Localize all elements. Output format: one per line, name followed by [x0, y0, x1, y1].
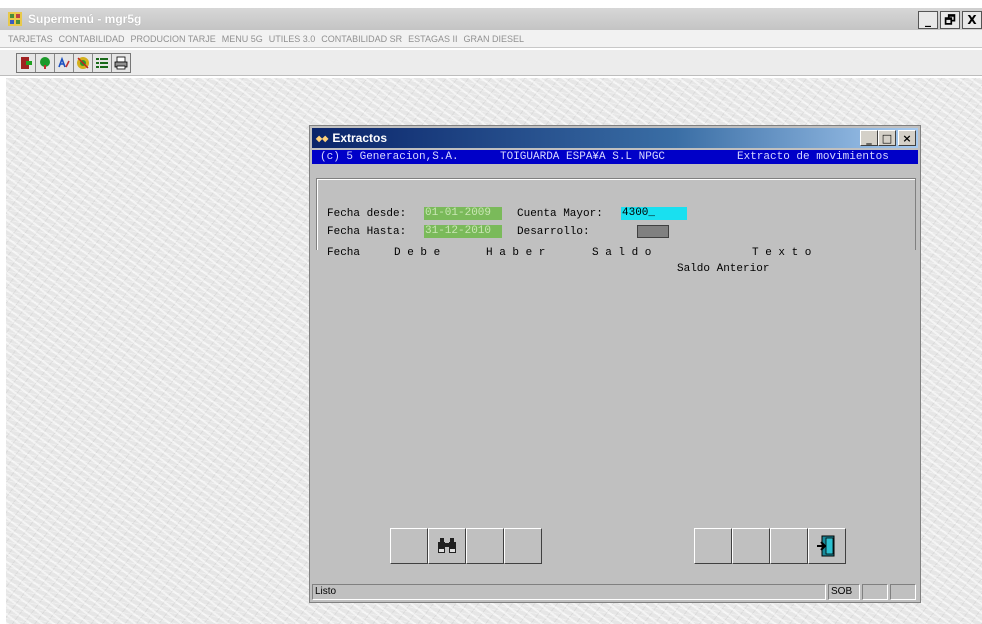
col-texto: T e x t o — [752, 247, 812, 259]
exit-door-icon[interactable] — [808, 528, 846, 564]
col-saldo: S a l d o — [592, 247, 652, 259]
minimize-button[interactable]: _ — [918, 11, 938, 29]
menu-item-gran-diesel[interactable]: GRAN DIESEL — [463, 34, 524, 44]
menu-item-menu-5g[interactable]: MENU 5G — [222, 34, 263, 44]
child-close-button[interactable]: × — [898, 130, 916, 146]
blank-button-2[interactable] — [466, 528, 504, 564]
company-label: (c) 5 Generacion,S.A. — [320, 151, 459, 163]
toolbar-button-group — [16, 53, 131, 73]
menu-item-contabilidad[interactable]: CONTABILIDAD — [59, 34, 125, 44]
target-icon[interactable] — [74, 54, 93, 72]
printer-icon[interactable] — [112, 54, 130, 72]
close-button[interactable]: X — [962, 11, 982, 29]
fecha-hasta-input[interactable]: 31-12-2010 — [424, 225, 502, 238]
blank-button-4[interactable] — [694, 528, 732, 564]
toolbar — [0, 50, 982, 76]
child-window-controls: _ □ × — [860, 130, 916, 146]
fecha-hasta-label: Fecha Hasta: — [327, 226, 407, 238]
col-haber: H a b e r — [486, 247, 546, 259]
status-bar: Listo SOB — [312, 584, 918, 600]
right-button-group — [694, 528, 846, 564]
client-label: TOIGUARDA ESPA¥A S.L NPGC — [500, 151, 666, 163]
info-bar: (c) 5 Generacion,S.A. TOIGUARDA ESPA¥A S… — [312, 150, 918, 164]
status-panel-2 — [890, 584, 916, 600]
fecha-desde-label: Fecha desde: — [327, 208, 407, 220]
fecha-desde-input[interactable]: 01-01-2009 — [424, 207, 502, 220]
menu-bar: TARJETAS CONTABILIDAD PRODUCION TARJE ME… — [0, 30, 982, 48]
app-small-icon: ◆◆ — [316, 133, 329, 143]
extractos-title: Extractos — [332, 131, 388, 145]
titlebar-background — [0, 8, 950, 30]
cuenta-mayor-label: Cuenta Mayor: — [517, 208, 603, 220]
status-text: Listo — [312, 584, 826, 600]
blank-button-5[interactable] — [732, 528, 770, 564]
menu-item-utiles[interactable]: UTILES 3.0 — [269, 34, 316, 44]
cuenta-mayor-input[interactable]: 4300_ — [621, 207, 687, 220]
blank-button-1[interactable] — [390, 528, 428, 564]
saldo-anterior-row: Saldo Anterior — [677, 263, 770, 275]
desarrollo-label: Desarrollo: — [517, 226, 590, 238]
restore-button[interactable]: 🗗 — [940, 11, 960, 29]
child-maximize-button[interactable]: □ — [878, 130, 896, 146]
menu-item-contabilidad-sr[interactable]: CONTABILIDAD SR — [321, 34, 402, 44]
col-fecha: Fecha — [327, 247, 361, 259]
module-label: Extracto de movimientos — [737, 151, 889, 163]
child-minimize-button[interactable]: _ — [860, 130, 878, 146]
status-panel-1 — [862, 584, 888, 600]
list-icon[interactable] — [93, 54, 112, 72]
window-controls: _ 🗗 X — [918, 11, 982, 29]
letters-icon[interactable] — [55, 54, 74, 72]
extractos-window: ◆◆ Extractos _ □ × (c) 5 Generacion,S.A.… — [309, 125, 921, 603]
exit-door-icon[interactable] — [17, 54, 36, 72]
desarrollo-input[interactable] — [637, 225, 669, 238]
status-sob: SOB — [828, 584, 860, 600]
col-debe: D e b e — [394, 247, 441, 259]
extractos-titlebar[interactable]: ◆◆ Extractos _ □ × — [312, 128, 918, 148]
menu-item-producion-tarje[interactable]: PRODUCION TARJE — [131, 34, 216, 44]
blank-button-6[interactable] — [770, 528, 808, 564]
search-binoculars-icon[interactable] — [428, 528, 466, 564]
green-tree-icon[interactable] — [36, 54, 55, 72]
left-button-group — [390, 528, 542, 564]
menu-item-estagas[interactable]: ESTAGAS II — [408, 34, 457, 44]
app-grid-icon — [8, 12, 22, 26]
app-titlebar: Supermenú - mgr5g _ 🗗 X — [0, 8, 982, 30]
menu-item-tarjetas[interactable]: TARJETAS — [8, 34, 53, 44]
blank-button-3[interactable] — [504, 528, 542, 564]
app-title: Supermenú - mgr5g — [28, 12, 142, 26]
